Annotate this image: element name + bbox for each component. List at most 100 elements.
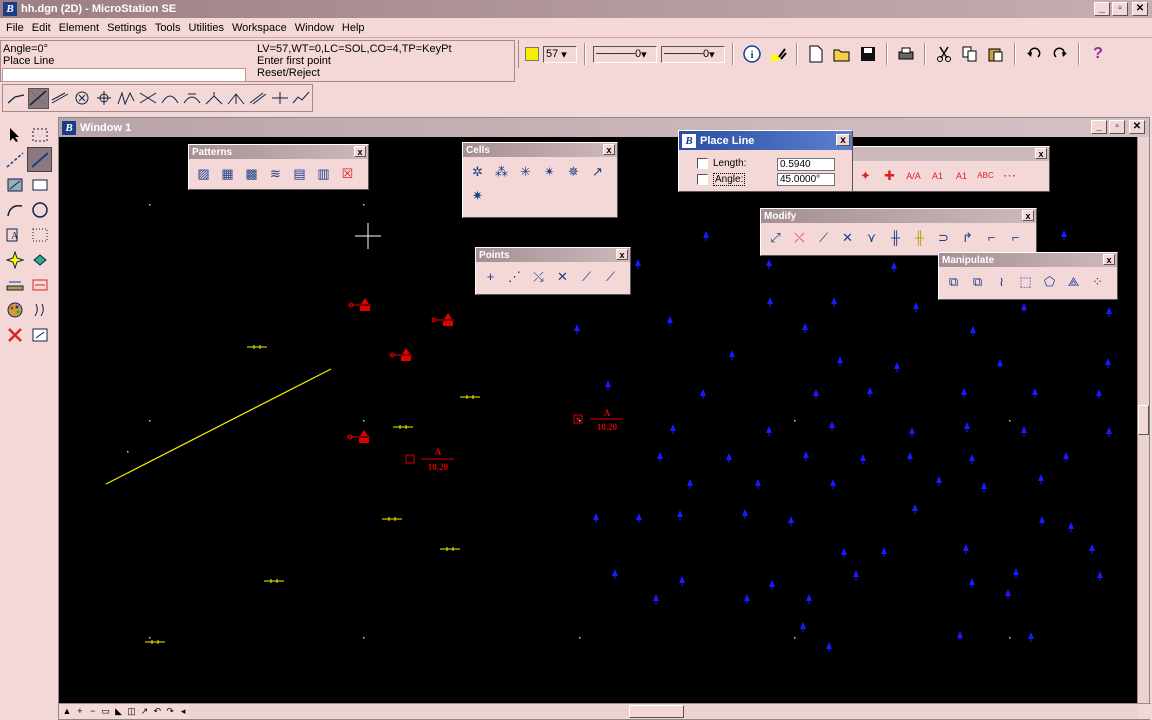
place-active-cell-icon[interactable]: ✲ <box>466 160 489 183</box>
fit-view-icon[interactable]: ◣ <box>113 706 125 717</box>
cut-icon[interactable] <box>933 43 955 65</box>
construct-points-between-data-points-icon[interactable]: ⋰ <box>503 265 526 288</box>
menu-tools[interactable]: Tools <box>151 22 185 34</box>
cells-close-button[interactable]: x <box>603 144 615 155</box>
display-text-attributes-icon[interactable]: ABC <box>974 164 997 187</box>
horizontal-scrollbar[interactable] <box>189 705 1139 718</box>
menu-help[interactable]: Help <box>338 22 369 34</box>
view-next-icon[interactable]: ↷ <box>164 706 176 717</box>
dimension-size-icon[interactable] <box>27 272 52 297</box>
crosshatch-area-icon[interactable]: ▦ <box>216 162 239 185</box>
change-text-attributes-icon[interactable]: A1 <box>950 164 973 187</box>
element-selection-icon[interactable] <box>2 122 27 147</box>
angle-checkbox[interactable] <box>697 174 708 185</box>
intellitrim-icon[interactable]: ╫ <box>908 226 931 249</box>
pattern-area-icon[interactable]: ▩ <box>240 162 263 185</box>
construct-points-along-element-icon[interactable]: ⟋ <box>575 265 598 288</box>
construct-point-at-intersection-icon[interactable]: ✕ <box>551 265 574 288</box>
delete-vertex-icon[interactable]: ↱ <box>956 226 979 249</box>
horizontal-scroll-thumb[interactable] <box>629 705 684 718</box>
element-info-icon[interactable]: i <box>741 43 763 65</box>
view-previous-icon[interactable]: ↶ <box>151 706 163 717</box>
text-tool-icon[interactable]: A <box>2 222 27 247</box>
hatch-area-icon[interactable]: ▨ <box>192 162 215 185</box>
text-place-icon[interactable]: ✚ <box>878 164 901 187</box>
dimension-icon[interactable] <box>27 247 52 272</box>
menu-edit[interactable]: Edit <box>28 22 55 34</box>
open-file-icon[interactable] <box>831 43 853 65</box>
tangent-arc-icon[interactable] <box>181 88 202 109</box>
text-edit-icon[interactable]: ✦ <box>854 164 877 187</box>
manipulate-close-button[interactable]: x <box>1103 254 1115 265</box>
angle-input[interactable]: 45.0000° <box>777 173 835 186</box>
identify-cell-icon[interactable]: ✵ <box>562 160 585 183</box>
replace-cells-icon[interactable]: ↗ <box>586 160 609 183</box>
construct-point-at-distance-icon[interactable]: ⟋ <box>599 265 622 288</box>
rotate-element-icon[interactable]: ⬠ <box>1038 270 1061 293</box>
delete-element-icon[interactable] <box>2 322 27 347</box>
construct-chamfer-icon[interactable]: ⌐ <box>1004 226 1027 249</box>
define-cell-origin-icon[interactable]: ✴ <box>538 160 561 183</box>
key-in-field[interactable] <box>2 68 246 82</box>
menu-workspace[interactable]: Workspace <box>228 22 291 34</box>
place-line-close-button[interactable]: x <box>836 134 850 146</box>
length-input[interactable]: 0.5940 <box>777 158 835 171</box>
view-close-button[interactable]: ✕ <box>1129 120 1145 134</box>
modify-element-icon[interactable]: ⤢ <box>764 226 787 249</box>
points-tool-icon[interactable] <box>2 247 27 272</box>
move-parallel-icon[interactable]: ≀ <box>990 270 1013 293</box>
minimize-button[interactable]: _ <box>1094 2 1110 16</box>
update-view-icon[interactable]: ▲ <box>61 706 73 717</box>
show-pattern-attributes-icon[interactable]: ▤ <box>288 162 311 185</box>
mirror-element-icon[interactable]: ⟁ <box>1062 270 1085 293</box>
polygons-icon[interactable] <box>27 172 52 197</box>
patterns-tool-icon[interactable] <box>2 172 27 197</box>
point-curve-icon[interactable] <box>94 88 115 109</box>
construct-array-icon[interactable]: ⁘ <box>1086 270 1109 293</box>
copy-icon[interactable] <box>959 43 981 65</box>
length-checkbox[interactable] <box>697 158 708 169</box>
paste-icon[interactable] <box>985 43 1007 65</box>
match-attributes-icon[interactable] <box>767 43 789 65</box>
view-restore-button[interactable]: ▫ <box>1109 120 1125 134</box>
construct-bisector-icon[interactable] <box>138 88 159 109</box>
undo-icon[interactable] <box>1023 43 1045 65</box>
insert-vertex-icon[interactable]: ⊃ <box>932 226 955 249</box>
redo-icon[interactable] <box>1049 43 1071 65</box>
color-swatch[interactable] <box>525 47 539 61</box>
place-active-cell-matrix-icon[interactable]: ⁂ <box>490 160 513 183</box>
arcs-icon[interactable] <box>2 197 27 222</box>
print-icon[interactable] <box>895 43 917 65</box>
new-file-icon[interactable] <box>805 43 827 65</box>
vertical-scrollbar[interactable] <box>1137 137 1149 705</box>
minimum-distance-icon[interactable] <box>269 88 290 109</box>
perpendicular-line-icon[interactable] <box>203 88 224 109</box>
modify-icon[interactable] <box>27 297 52 322</box>
patterns-close-button[interactable]: x <box>354 146 366 157</box>
pan-view-icon[interactable]: ↗ <box>138 706 150 717</box>
place-active-point-icon[interactable]: + <box>479 265 502 288</box>
save-icon[interactable] <box>857 43 879 65</box>
text-palette-close-button[interactable]: x <box>1035 148 1047 159</box>
window-area-icon[interactable]: ▭ <box>100 706 112 717</box>
select-place-cell-icon[interactable]: ✳ <box>514 160 537 183</box>
project-point-onto-element-icon[interactable]: ⤯ <box>527 265 550 288</box>
smartline-icon[interactable] <box>6 88 27 109</box>
menu-element[interactable]: Element <box>55 22 103 34</box>
match-pattern-attributes-icon[interactable]: ▥ <box>312 162 335 185</box>
angle-bisector-icon[interactable] <box>225 88 246 109</box>
place-active-line-terminator-icon[interactable]: ✷ <box>466 184 489 207</box>
fence-icon[interactable] <box>27 122 52 147</box>
linear-pattern-icon[interactable]: ≋ <box>264 162 287 185</box>
partial-delete-icon[interactable]: ⤬ <box>788 226 811 249</box>
scale-element-icon[interactable]: ⬚ <box>1014 270 1037 293</box>
arc-line-icon[interactable] <box>159 88 180 109</box>
extend-to-intersection-icon[interactable]: ✕ <box>836 226 859 249</box>
place-line-icon[interactable] <box>27 87 49 109</box>
construct-circular-fillet-icon[interactable]: ⌐ <box>980 226 1003 249</box>
level-dropdown[interactable]: 57 ▾ <box>543 45 577 63</box>
scroll-left-icon[interactable]: ◂ <box>177 706 189 717</box>
curve-stream-icon[interactable] <box>116 88 137 109</box>
view-rotation-icon[interactable] <box>27 322 52 347</box>
extend-line-icon[interactable]: ⟋ <box>812 226 835 249</box>
